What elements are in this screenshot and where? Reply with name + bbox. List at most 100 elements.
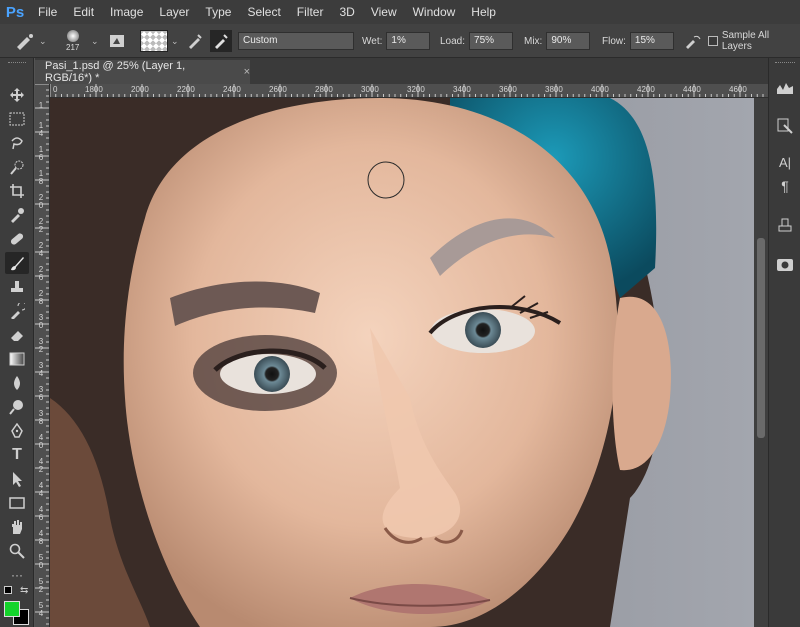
ruler-left[interactable]: 1 1 4 1 6 1 8 2 0 2 2 2 4 2 6 2 8 3 0 3 … xyxy=(35,84,50,627)
stamp-icon[interactable] xyxy=(5,276,29,298)
ruler-label: 3 6 xyxy=(38,385,44,402)
menu-view[interactable]: View xyxy=(363,0,405,24)
ruler-label: 3400 xyxy=(453,85,471,94)
document-tab[interactable]: Pasi_1.psd @ 25% (Layer 1, RGB/16*) * × xyxy=(35,60,250,84)
hand-icon[interactable] xyxy=(5,516,29,538)
blur-icon[interactable] xyxy=(5,372,29,394)
more-icon[interactable]: ··· xyxy=(5,564,29,586)
ruler-label: 1 4 xyxy=(38,121,44,138)
menu-layer[interactable]: Layer xyxy=(151,0,197,24)
brush-panel-icon xyxy=(110,35,124,47)
ruler-label: 4200 xyxy=(637,85,655,94)
eraser-icon[interactable] xyxy=(5,324,29,346)
ruler-label: 4000 xyxy=(591,85,609,94)
ruler-label: 3200 xyxy=(407,85,425,94)
mix-field[interactable]: 90% xyxy=(546,32,591,50)
airbrush-toggle[interactable] xyxy=(684,24,702,58)
close-icon[interactable]: × xyxy=(244,66,250,78)
clone-source-panel-icon[interactable] xyxy=(775,216,795,236)
ruler-label: 4 2 xyxy=(38,457,44,474)
menu-window[interactable]: Window xyxy=(405,0,464,24)
photoshop-logo: Ps xyxy=(5,3,25,21)
wet-label: Wet: xyxy=(362,35,383,47)
menu-3d[interactable]: 3D xyxy=(331,0,362,24)
type-icon[interactable]: T xyxy=(5,444,29,466)
menu-filter[interactable]: Filter xyxy=(289,0,332,24)
shape-icon[interactable] xyxy=(5,492,29,514)
ruler-label: 2600 xyxy=(269,85,287,94)
options-bar: ⌄ 217 ⌄ ⌄ Custom Wet: 1% Load: 75% Mix: … xyxy=(0,24,800,58)
portrait-image xyxy=(50,98,754,627)
pen-icon[interactable] xyxy=(5,420,29,442)
paragraph-panel-icon[interactable]: ¶ xyxy=(775,176,795,196)
chevron-down-icon[interactable]: ⌄ xyxy=(91,36,99,47)
menu-file[interactable]: File xyxy=(30,0,65,24)
marquee-icon[interactable] xyxy=(5,108,29,130)
ruler-label: 1 xyxy=(38,101,44,110)
ruler-label: 2400 xyxy=(223,85,241,94)
ruler-label: 3000 xyxy=(361,85,379,94)
document-tab-bar: Pasi_1.psd @ 25% (Layer 1, RGB/16*) * × xyxy=(35,58,768,84)
document-tab-title: Pasi_1.psd @ 25% (Layer 1, RGB/16*) * xyxy=(45,60,186,84)
menu-type[interactable]: Type xyxy=(197,0,239,24)
eyedropper-icon[interactable] xyxy=(5,204,29,226)
brush-picker[interactable]: 217 xyxy=(66,24,79,58)
navigator-panel-icon[interactable] xyxy=(775,116,795,136)
brush-icon[interactable] xyxy=(5,252,29,274)
ruler-label: 5 4 xyxy=(38,601,44,618)
default-colors-icon[interactable] xyxy=(4,586,12,594)
histogram-panel-icon[interactable] xyxy=(775,78,795,98)
dodge-icon[interactable] xyxy=(5,396,29,418)
checker-swatch xyxy=(140,30,168,52)
menu-bar: Ps File Edit Image Layer Type Select Fil… xyxy=(0,0,800,24)
wet-field[interactable]: 1% xyxy=(386,32,431,50)
vertical-scrollbar[interactable] xyxy=(754,98,768,627)
ruler-top[interactable]: 0 1800 2000 2200 2400 2600 2800 3000 320… xyxy=(50,84,768,98)
character-panel-icon[interactable]: A| xyxy=(775,152,795,172)
ruler-label: 2000 xyxy=(131,85,149,94)
path-select-icon[interactable] xyxy=(5,468,29,490)
clean-brush-button[interactable] xyxy=(210,24,232,58)
load-brush-icon xyxy=(189,34,202,49)
crop-icon[interactable] xyxy=(5,180,29,202)
ruler-label: 3 0 xyxy=(38,313,44,330)
menu-select[interactable]: Select xyxy=(239,0,288,24)
move-icon[interactable] xyxy=(5,84,29,106)
load-label: Load: xyxy=(440,35,466,47)
brush-panel-toggle[interactable] xyxy=(108,24,126,58)
blend-preset-select[interactable]: Custom xyxy=(238,24,354,58)
swap-colors-icon[interactable]: ⇆ xyxy=(20,585,28,596)
foreground-color-swatch[interactable] xyxy=(4,601,20,617)
history-brush-icon[interactable] xyxy=(5,300,29,322)
quick-select-icon[interactable] xyxy=(5,156,29,178)
menu-edit[interactable]: Edit xyxy=(65,0,102,24)
ruler-label: 4600 xyxy=(729,85,747,94)
ruler-label: 3 4 xyxy=(38,361,44,378)
chevron-down-icon[interactable]: ⌄ xyxy=(171,36,179,47)
lasso-icon[interactable] xyxy=(5,132,29,154)
camera-panel-icon[interactable] xyxy=(775,254,795,274)
sample-all-layers-checkbox[interactable] xyxy=(708,36,718,46)
gradient-icon[interactable] xyxy=(5,348,29,370)
ruler-label: 3600 xyxy=(499,85,517,94)
blend-preset-value: Custom xyxy=(238,32,354,50)
ruler-label: 2 6 xyxy=(38,265,44,282)
healing-brush-icon[interactable] xyxy=(5,228,29,250)
ruler-label: 2 2 xyxy=(38,217,44,234)
load-brush-button[interactable] xyxy=(186,24,204,58)
menu-image[interactable]: Image xyxy=(102,0,151,24)
ruler-label: 4 0 xyxy=(38,433,44,450)
dock-grip[interactable] xyxy=(775,62,795,63)
load-field[interactable]: 75% xyxy=(469,32,514,50)
airbrush-icon xyxy=(686,35,701,49)
ruler-label: 2 4 xyxy=(38,241,44,258)
current-brush-load-swatch[interactable]: ⌄ xyxy=(140,24,179,58)
flow-field[interactable]: 15% xyxy=(629,32,674,50)
ruler-label: 3800 xyxy=(545,85,563,94)
tool-preset-picker[interactable]: ⌄ xyxy=(14,24,47,58)
zoom-icon[interactable] xyxy=(5,540,29,562)
toolbar-grip[interactable] xyxy=(8,62,26,64)
scrollbar-thumb[interactable] xyxy=(757,238,765,438)
menu-help[interactable]: Help xyxy=(463,0,504,24)
document-canvas[interactable] xyxy=(50,98,754,627)
